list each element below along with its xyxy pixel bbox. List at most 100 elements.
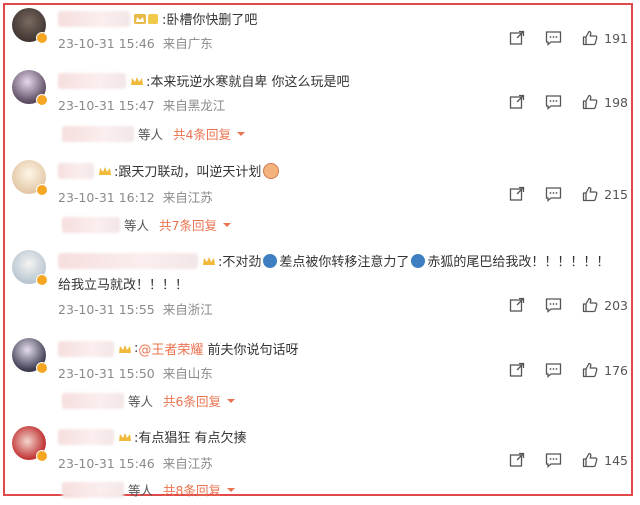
emoji-icon [263,253,278,268]
comment-icon[interactable] [545,186,562,202]
chevron-down-icon [226,487,235,492]
reply-summary[interactable]: 等人 共7条回复 [62,215,233,234]
comment-icon[interactable] [545,30,562,46]
like-count: 191 [604,30,628,46]
like-button[interactable]: 191 [582,30,628,46]
comment-actions: 215 [489,186,628,202]
comment-icon[interactable] [545,452,562,468]
comment-text: :跟天刀联动，叫逆天计划 [114,165,262,180]
like-icon [582,362,598,378]
timestamp: 23-10-31 15:46 [58,456,155,471]
emoji-icon [263,162,280,179]
comment-item: :跟天刀联动，叫逆天计划 23-10-31 16:12 来自江苏 215 等人 共… [10,152,630,242]
location: 来自黑龙江 [162,98,226,113]
reply-suffix: 等人 [124,218,150,233]
replier-blurred [62,481,124,498]
reply-more-label: 共7条回复 [159,218,217,233]
share-icon[interactable] [509,362,525,378]
like-button[interactable]: 215 [582,186,628,202]
like-icon [582,94,598,110]
username-blurred[interactable] [58,428,114,445]
share-icon[interactable] [509,30,525,46]
comment-meta: 23-10-31 15:46 来自广东 [58,33,221,52]
timestamp: 23-10-31 15:47 [58,98,155,113]
username-blurred[interactable] [58,252,198,269]
reply-more-link[interactable]: 共4条回复 [173,124,247,143]
comment-line: : @王者荣耀 前夫你说句话呀 [58,339,299,358]
comment-item: :有点猖狂 有点欠揍 23-10-31 15:46 来自江苏 145 等人 共8条… [10,418,630,498]
comment-item: :卧槽你快删了吧 23-10-31 15:46 来自广东 191 [10,0,630,60]
comment-text: :卧槽你快删了吧 [162,13,258,28]
comment-line: :跟天刀联动，叫逆天计划 [58,161,281,180]
share-icon[interactable] [509,452,525,468]
like-count: 198 [604,94,628,110]
timestamp: 23-10-31 16:12 [58,190,155,205]
reply-suffix: 等人 [128,483,154,498]
reply-more-link[interactable]: 共8条回复 [163,480,237,499]
comment-actions: 203 [489,297,628,313]
crown-icon [134,12,160,26]
reply-more-label: 共6条回复 [163,394,221,409]
like-button[interactable]: 203 [582,297,628,313]
comment-text: :本来玩逆水寒就自卑 你这么玩是吧 [146,75,350,90]
like-button[interactable]: 145 [582,452,628,468]
username-blurred[interactable] [58,162,94,179]
crown-icon [130,74,144,88]
share-icon[interactable] [509,186,525,202]
location: 来自江苏 [162,190,213,205]
username-blurred[interactable] [58,340,114,357]
reply-summary[interactable]: 等人 共6条回复 [62,391,237,410]
comment-text-part: 赤狐的尾巴给我改！！！！！！ [427,255,610,270]
comment-meta: 23-10-31 15:50 来自山东 [58,363,221,382]
comment-line: :有点猖狂 有点欠揍 [58,427,247,446]
comment-line: :本来玩逆水寒就自卑 你这么玩是吧 [58,71,350,90]
chevron-down-icon [222,222,231,227]
location: 来自广东 [162,36,213,51]
location: 来自浙江 [162,302,213,317]
username-blurred[interactable] [58,10,130,27]
replier-blurred [62,216,120,233]
comment-item: :不对劲 差点被你转移注意力了 赤狐的尾巴给我改！！！！！！ 给我立马就改！！！… [10,242,630,328]
comment-icon[interactable] [545,94,562,110]
reply-more-link[interactable]: 共7条回复 [159,215,233,234]
username-blurred[interactable] [58,72,126,89]
like-button[interactable]: 198 [582,94,628,110]
share-icon[interactable] [509,94,525,110]
chevron-down-icon [226,398,235,403]
share-icon[interactable] [509,297,525,313]
replier-blurred [62,125,134,142]
like-button[interactable]: 176 [582,362,628,378]
reply-more-link[interactable]: 共6条回复 [163,391,237,410]
like-icon [582,297,598,313]
verified-badge-icon [36,184,48,196]
like-count: 215 [604,186,628,202]
reply-summary[interactable]: 等人 共8条回复 [62,480,237,499]
replier-blurred [62,392,124,409]
comment-actions: 198 [489,94,628,110]
emoji-icon [411,253,426,268]
comment-meta: 23-10-31 15:47 来自黑龙江 [58,95,233,114]
comment-line-2: 给我立马就改！！！！ [58,274,188,293]
chevron-down-icon [236,131,245,136]
comment-actions: 191 [489,30,628,46]
like-count: 203 [604,297,628,313]
verified-badge-icon [36,274,48,286]
comment-actions: 145 [489,452,628,468]
crown-icon [118,342,132,356]
comment-meta: 23-10-31 16:12 来自江苏 [58,187,221,206]
reply-summary[interactable]: 等人 共4条回复 [62,124,247,143]
mention-link[interactable]: @王者荣耀 [138,339,203,358]
reply-more-label: 共8条回复 [163,483,221,498]
like-icon [582,186,598,202]
comment-actions: 176 [489,362,628,378]
verified-badge-icon [36,362,48,374]
comment-item: :本来玩逆水寒就自卑 你这么玩是吧 23-10-31 15:47 来自黑龙江 19… [10,62,630,152]
comment-icon[interactable] [545,297,562,313]
comment-line: :卧槽你快删了吧 [58,9,257,28]
like-count: 145 [604,452,628,468]
timestamp: 23-10-31 15:50 [58,366,155,381]
location: 来自江苏 [162,456,213,471]
timestamp: 23-10-31 15:55 [58,302,155,317]
comment-icon[interactable] [545,362,562,378]
crown-icon [98,164,112,178]
